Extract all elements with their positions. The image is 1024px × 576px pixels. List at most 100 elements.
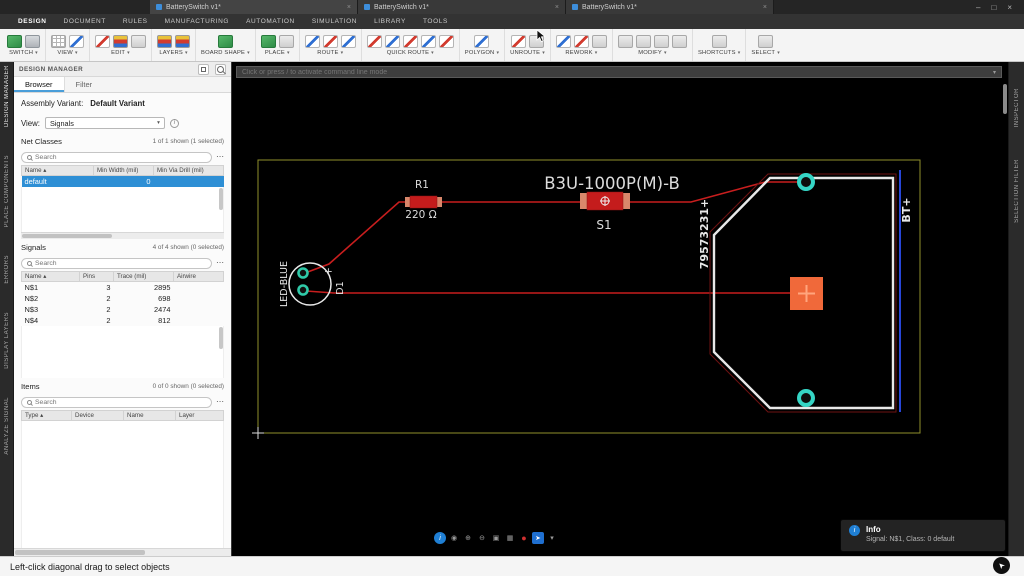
column-header-trace[interactable]: Trace (mil): [113, 271, 174, 282]
toolbar-group-view[interactable]: VIEW ▾: [46, 29, 90, 61]
layer-settings-icon[interactable]: [175, 34, 190, 48]
quickroute-fanout-icon[interactable]: [402, 34, 418, 48]
toolbar-group-place[interactable]: PLACE ▾: [256, 29, 300, 61]
tab-browser[interactable]: Browser: [14, 77, 65, 92]
route-diff-pair-icon[interactable]: [322, 34, 338, 48]
zoom-to-icon[interactable]: [215, 63, 226, 75]
route-meander-icon[interactable]: [340, 34, 356, 48]
command-line-bar[interactable]: ▾: [236, 66, 1002, 78]
move-icon[interactable]: [617, 34, 633, 48]
sidebar-item-analyze-signal[interactable]: ANALYZE SIGNAL: [4, 397, 10, 455]
search-input[interactable]: [35, 259, 206, 267]
quickroute-settings-icon[interactable]: [438, 34, 454, 48]
view-grid-icon[interactable]: [51, 34, 66, 48]
minimize-icon[interactable]: –: [976, 3, 980, 12]
screencast-cursor-indicator[interactable]: ➤: [993, 557, 1010, 574]
polygon-icon[interactable]: [474, 34, 490, 48]
place-via-icon[interactable]: [278, 34, 294, 48]
edit-move-icon[interactable]: [131, 34, 146, 48]
rework-drag-icon[interactable]: [555, 34, 571, 48]
change-icon[interactable]: [671, 34, 687, 48]
pcb-editor-canvas[interactable]: ▾ 79573231+ BT+: [232, 62, 1008, 556]
toolbar-group-polygon[interactable]: POLYGON ▾: [460, 29, 506, 61]
menu-item-design[interactable]: DESIGN: [18, 18, 47, 25]
sidebar-item-selection-filter[interactable]: SELECTION FILTER: [1014, 159, 1020, 223]
vertical-scrollbar[interactable]: [219, 188, 223, 210]
record-icon[interactable]: ●: [518, 532, 530, 544]
zoom-fit-icon[interactable]: ▣: [490, 532, 502, 544]
column-header-name[interactable]: Name: [123, 410, 176, 421]
net-classes-hscrollbar[interactable]: [21, 232, 224, 239]
view-fit-icon[interactable]: [69, 34, 84, 48]
toolbar-group-select[interactable]: SELECT ▾: [746, 29, 784, 61]
toolbar-group-shortcuts[interactable]: SHORTCUTS ▾: [693, 29, 747, 61]
toolbar-group-rework[interactable]: REWORK ▾: [551, 29, 613, 61]
column-header-layer[interactable]: Layer: [175, 410, 224, 421]
document-tab-2[interactable]: BatterySwitch v1* ×: [358, 0, 566, 14]
ripup-icon[interactable]: [529, 34, 545, 48]
pad-bt-positive[interactable]: [797, 173, 815, 191]
overflow-menu-icon[interactable]: ⋯: [216, 259, 224, 267]
board-outline-icon[interactable]: [217, 34, 233, 48]
column-header-min-width[interactable]: Min Width (mil): [93, 165, 154, 176]
menu-item-rules[interactable]: RULES: [123, 18, 148, 25]
pad-led-2[interactable]: [297, 284, 309, 296]
close-tab-icon[interactable]: ×: [763, 4, 767, 11]
column-header-pins[interactable]: Pins: [79, 271, 114, 282]
sidebar-item-inspector[interactable]: INSPECTOR: [1014, 88, 1020, 127]
wrench-icon[interactable]: [653, 34, 669, 48]
switch-board-icon[interactable]: [7, 34, 22, 48]
canvas-vertical-scrollbar[interactable]: [1003, 84, 1007, 114]
component-s1[interactable]: B3U-1000P(M)-B S1: [544, 174, 680, 232]
edit-properties-icon[interactable]: [113, 34, 128, 48]
quickroute-batch-icon[interactable]: [420, 34, 436, 48]
tab-filter[interactable]: Filter: [65, 77, 104, 92]
net-classes-search[interactable]: [21, 151, 212, 163]
pad-led-1[interactable]: [297, 267, 309, 279]
overflow-menu-icon[interactable]: ⋯: [216, 398, 224, 406]
scrollbar-thumb[interactable]: [22, 234, 112, 238]
menu-item-automation[interactable]: AUTOMATION: [246, 18, 295, 25]
column-header-name[interactable]: Name ▴: [21, 271, 80, 282]
menu-item-tools[interactable]: TOOLS: [423, 18, 448, 25]
toolbar-group-edit[interactable]: EDIT ▾: [90, 29, 152, 61]
zoom-in-icon[interactable]: ⊕: [462, 532, 474, 544]
view-select[interactable]: Signals ▾: [44, 117, 165, 129]
toolbar-group-board-shape[interactable]: BOARD SHAPE ▾: [196, 29, 256, 61]
signal-row-n1[interactable]: N$1 3 2895: [22, 282, 224, 294]
net-class-row-default[interactable]: default 0: [21, 175, 224, 187]
select-cursor-icon[interactable]: [758, 34, 774, 48]
menu-item-simulation[interactable]: SIMULATION: [312, 18, 357, 25]
trace-n3[interactable]: [305, 290, 792, 294]
pcb-board-drawing[interactable]: 79573231+ BT+ R1 220 Ω B3U-1000P(M)-B S1…: [232, 62, 1008, 556]
sidebar-item-place-components[interactable]: PLACE COMPONENTS: [4, 155, 10, 227]
crosshair-icon[interactable]: [198, 63, 209, 75]
column-header-name[interactable]: Name ▴: [21, 165, 94, 176]
select-cursor-icon[interactable]: ➤: [532, 532, 544, 544]
toolbar-group-route[interactable]: ROUTE ▾: [300, 29, 362, 61]
vertical-scrollbar[interactable]: [219, 327, 223, 349]
column-header-type[interactable]: Type ▴: [21, 410, 72, 421]
edit-delete-icon[interactable]: [95, 34, 110, 48]
pad-bt-negative[interactable]: [797, 389, 815, 407]
rework-split-icon[interactable]: [573, 34, 589, 48]
visibility-icon[interactable]: ◉: [448, 532, 460, 544]
info-icon[interactable]: i: [434, 532, 446, 544]
shortcuts-icon[interactable]: [711, 34, 727, 48]
more-tools-icon[interactable]: ▾: [546, 532, 558, 544]
place-part-icon[interactable]: [260, 34, 276, 48]
toolbar-group-switch[interactable]: SWITCH ▾: [2, 29, 46, 61]
signal-row-n4[interactable]: N$4 2 812: [22, 315, 224, 326]
close-window-icon[interactable]: ×: [1007, 3, 1012, 12]
toolbar-group-unroute[interactable]: UNROUTE ▾: [505, 29, 551, 61]
pad-orange[interactable]: [790, 277, 823, 310]
sidebar-item-errors[interactable]: ERRORS: [4, 255, 10, 284]
column-header-min-via-drill[interactable]: Min Via Drill (mil): [153, 165, 224, 176]
component-d1[interactable]: LED-BLUE D1 +: [279, 261, 346, 307]
quickroute-single-icon[interactable]: [366, 34, 382, 48]
signal-row-n3[interactable]: N$3 2 2474: [22, 304, 224, 315]
component-r1[interactable]: R1 220 Ω: [405, 179, 442, 221]
signal-row-n2[interactable]: N$2 2 698: [22, 293, 224, 304]
menu-item-manufacturing[interactable]: MANUFACTURING: [165, 18, 230, 25]
print-icon[interactable]: [25, 34, 40, 48]
